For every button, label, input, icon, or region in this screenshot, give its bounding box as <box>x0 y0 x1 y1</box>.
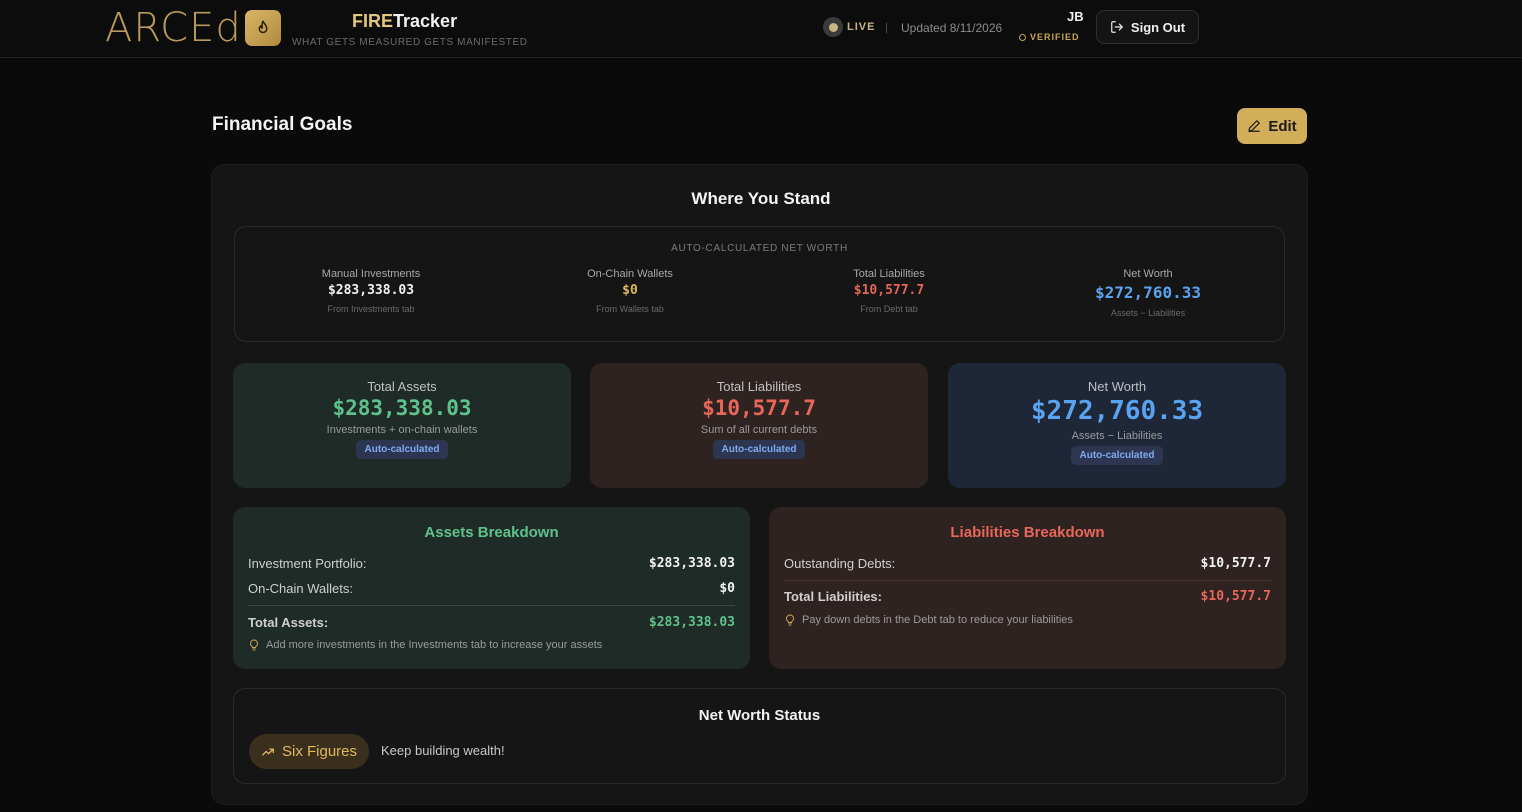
where-you-stand-title: Where You Stand <box>691 189 831 208</box>
status-badge: Six Figures <box>249 734 370 769</box>
divider <box>784 580 1271 581</box>
net-worth-desc: Assets − Liabilities <box>1071 430 1163 442</box>
net-worth-card: Net Worth $272,760.33 Assets − Liabiliti… <box>948 363 1286 488</box>
auto-net-worth-box: AUTO-CALCULATED NET WORTH Manual Investm… <box>234 226 1285 342</box>
assets-breakdown-card: Assets Breakdown Investment Portfolio: $… <box>233 507 750 669</box>
auto-col-source: Assets − Liabilities <box>1110 308 1186 318</box>
brand-title: FIRETracker <box>352 11 457 32</box>
status-badge-label: Six Figures <box>282 743 358 760</box>
auto-calculated-badge: Auto-calculated <box>1071 446 1163 465</box>
assets-breakdown-title: Assets Breakdown <box>424 524 559 541</box>
top-bar: ARCEd FIRETracker WHAT GETS MEASURED GET… <box>0 0 1522 58</box>
total-liabilities-label: Total Liabilities <box>716 379 802 394</box>
auto-col-value: $0 <box>622 283 638 298</box>
lightbulb-icon <box>250 639 258 651</box>
liabilities-breakdown-card: Liabilities Breakdown Outstanding Debts:… <box>769 507 1286 669</box>
liabilities-total-row: Total Liabilities: $10,577.7 <box>784 589 1271 604</box>
header-separator: | <box>885 20 889 34</box>
row-label: Total Assets: <box>248 615 329 630</box>
auto-col-net-worth: Net Worth $272,760.33 Assets − Liabiliti… <box>1028 268 1268 318</box>
pencil-icon <box>1248 120 1261 132</box>
auto-calculated-badge: Auto-calculated <box>356 440 448 459</box>
liabilities-breakdown-title: Liabilities Breakdown <box>950 524 1105 541</box>
edit-button[interactable]: Edit <box>1237 108 1307 144</box>
brand-fire: FIRE <box>352 11 394 31</box>
auto-col-label: On-Chain Wallets <box>587 268 673 280</box>
assets-tip: Add more investments in the Investments … <box>248 639 602 651</box>
user-initials[interactable]: JB <box>1067 9 1084 24</box>
auto-calculated-badge: Auto-calculated <box>713 440 805 459</box>
row-label: Investment Portfolio: <box>248 556 367 571</box>
auto-col-value: $10,577.7 <box>853 283 925 298</box>
row-label: On-Chain Wallets: <box>248 581 353 596</box>
arced-logo[interactable]: ARCEd <box>105 8 242 48</box>
total-assets-value: $283,338.03 <box>332 396 472 420</box>
row-value: $10,577.7 <box>1200 556 1271 571</box>
row-value: $10,577.7 <box>1200 589 1271 604</box>
auto-col-label: Total Liabilities <box>853 268 925 280</box>
auto-col-source: From Wallets tab <box>596 304 664 314</box>
sign-out-button[interactable]: Sign Out <box>1096 10 1199 44</box>
total-assets-label: Total Assets <box>367 379 437 394</box>
tip-text: Pay down debts in the Debt tab to reduce… <box>802 614 1073 626</box>
verified-label: VERIFIED <box>1030 32 1080 42</box>
status-message: Keep building wealth! <box>381 743 505 758</box>
row-label: Outstanding Debts: <box>784 556 896 571</box>
assets-row-onchain-wallets: On-Chain Wallets: $0 <box>248 581 735 596</box>
sign-out-icon <box>1111 21 1123 33</box>
net-worth-value: $272,760.33 <box>1030 396 1204 426</box>
auto-col-total-liabilities: Total Liabilities $10,577.7 From Debt ta… <box>769 268 1009 314</box>
live-label: LIVE <box>847 21 876 33</box>
verified-ring-icon <box>1019 33 1026 41</box>
total-assets-card: Total Assets $283,338.03 Investments + o… <box>233 363 571 488</box>
edit-label: Edit <box>1268 117 1297 135</box>
auto-col-value: $272,760.33 <box>1095 283 1201 302</box>
auto-col-label: Manual Investments <box>321 268 421 280</box>
brand-tagline: WHAT GETS MEASURED GETS MANIFESTED <box>292 37 528 48</box>
total-liabilities-desc: Sum of all current debts <box>700 424 818 436</box>
page-title: Financial Goals <box>212 114 353 135</box>
tip-text: Add more investments in the Investments … <box>266 639 603 651</box>
assets-total-row: Total Assets: $283,338.03 <box>248 615 735 630</box>
lightbulb-icon <box>786 614 794 626</box>
total-liabilities-card: Total Liabilities $10,577.7 Sum of all c… <box>590 363 928 488</box>
flame-icon <box>245 10 281 46</box>
row-value: $0 <box>719 581 735 596</box>
net-worth-status-box: Net Worth Status Six Figures Keep buildi… <box>233 688 1286 784</box>
live-indicator: LIVE <box>823 17 875 37</box>
verified-badge: VERIFIED <box>1019 32 1080 42</box>
auto-net-worth-label: AUTO-CALCULATED NET WORTH <box>671 243 848 254</box>
auto-col-source: From Debt tab <box>860 304 918 314</box>
live-dot-icon <box>823 17 843 37</box>
auto-col-manual-investments: Manual Investments $283,338.03 From Inve… <box>251 268 491 314</box>
net-worth-status-title: Net Worth Status <box>698 707 821 724</box>
updated-timestamp: Updated 8/11/2026 <box>901 21 1003 35</box>
sign-out-label: Sign Out <box>1130 19 1186 35</box>
trending-up-icon <box>262 747 274 756</box>
liabilities-row-outstanding-debts: Outstanding Debts: $10,577.7 <box>784 556 1271 571</box>
row-value: $283,338.03 <box>648 615 735 630</box>
auto-col-value: $283,338.03 <box>327 283 415 298</box>
net-worth-label: Net Worth <box>1087 379 1147 394</box>
total-assets-desc: Investments + on-chain wallets <box>326 424 478 436</box>
assets-row-investment-portfolio: Investment Portfolio: $283,338.03 <box>248 556 735 571</box>
brand-tracker: Tracker <box>393 11 458 31</box>
row-label: Total Liabilities: <box>784 589 882 604</box>
auto-col-onchain-wallets: On-Chain Wallets $0 From Wallets tab <box>510 268 750 314</box>
auto-col-label: Net Worth <box>1123 268 1173 280</box>
total-liabilities-value: $10,577.7 <box>702 396 816 420</box>
auto-col-source: From Investments tab <box>327 304 415 314</box>
divider <box>248 605 735 606</box>
liabilities-tip: Pay down debts in the Debt tab to reduce… <box>784 614 1073 626</box>
row-value: $283,338.03 <box>648 556 735 571</box>
